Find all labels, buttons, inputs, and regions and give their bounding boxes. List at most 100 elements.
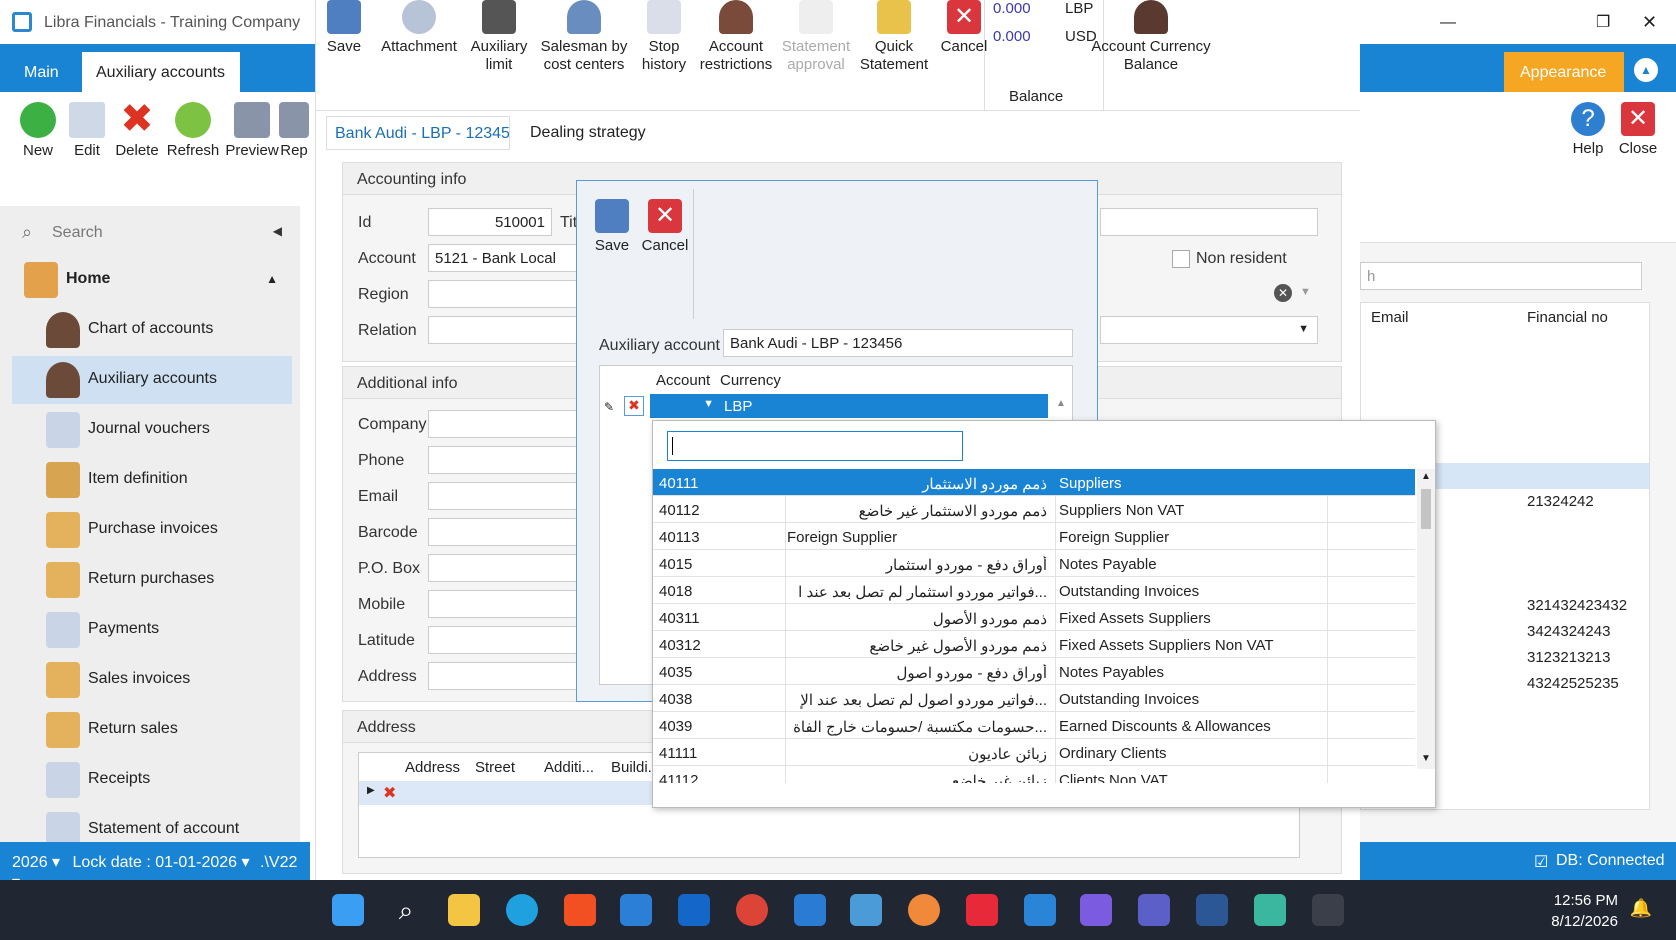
delete-row-icon[interactable]: ✖ [624, 396, 644, 416]
account-restrictions-button[interactable]: Account restrictions [694, 0, 778, 74]
dropdown-scrollbar[interactable]: ▲ ▼ [1417, 469, 1435, 769]
mobile-field[interactable] [428, 590, 578, 618]
year-select[interactable]: 2026 [12, 854, 48, 871]
report-button[interactable]: Rep [276, 102, 312, 159]
tab-dealing-strategy[interactable]: Dealing strategy [522, 116, 662, 150]
relation-field[interactable] [428, 316, 578, 344]
latitude-field[interactable] [428, 626, 578, 654]
list-item[interactable]: 40112 ذمم موردو الاستثمار غير خاضع Supplie… [653, 496, 1415, 523]
close-button[interactable]: ✕ Close [1610, 102, 1666, 158]
id-field[interactable]: 510001 [428, 208, 552, 236]
scroll-thumb[interactable] [1421, 489, 1431, 529]
list-item[interactable]: 4038 ...فواتير موردو اصول لم تصل بعد عند … [653, 685, 1415, 712]
chrome-icon[interactable] [736, 894, 768, 926]
nav-return-purchases[interactable]: Return purchases [12, 556, 292, 604]
save-button[interactable]: Save [316, 0, 372, 56]
non-resident-checkbox[interactable] [1172, 250, 1190, 268]
clock[interactable]: 12:56 PM 8/12/2026 [1551, 890, 1618, 932]
app-icon[interactable] [794, 894, 826, 926]
relation-select[interactable]: ▼ [1100, 316, 1318, 344]
email-field[interactable] [428, 482, 578, 510]
chevron-down-icon[interactable]: ▼ [703, 398, 714, 410]
app-icon[interactable] [1080, 894, 1112, 926]
nav-journal-vouchers[interactable]: Journal vouchers [12, 406, 292, 454]
notification-bell-icon[interactable]: 🔔 [1630, 898, 1652, 919]
nav-item-definition[interactable]: Item definition [12, 456, 292, 504]
nav-receipts[interactable]: Receipts [12, 756, 292, 804]
nav-statement-of-account[interactable]: Statement of account [12, 806, 292, 842]
clear-icon[interactable]: ✕ [1274, 284, 1292, 302]
currency-cell[interactable]: LBP [718, 394, 1048, 418]
appearance-button[interactable]: Appearance [1504, 52, 1624, 92]
help-button[interactable]: ? Help [1560, 102, 1616, 158]
nav-auxiliary-accounts[interactable]: Auxiliary accounts [12, 356, 292, 404]
teams-icon[interactable] [1138, 894, 1170, 926]
preview-button[interactable]: Preview [222, 102, 282, 159]
nav-return-sales[interactable]: Return sales [12, 706, 292, 754]
notepad-icon[interactable] [1254, 894, 1286, 926]
outlook-new-icon[interactable] [678, 894, 710, 926]
claude-icon[interactable] [908, 894, 940, 926]
nav-chart-of-accounts[interactable]: Chart of accounts [12, 306, 292, 354]
tab-auxiliary-accounts[interactable]: Auxiliary accounts [82, 52, 240, 92]
auxiliary-account-field[interactable]: Bank Audi - LBP - 123456 [723, 329, 1073, 357]
account-field[interactable]: 5121 - Bank Local [428, 244, 578, 272]
scroll-down-icon[interactable]: ▼ [1421, 753, 1431, 764]
barcode-field[interactable] [428, 518, 578, 546]
region-field[interactable] [428, 280, 578, 308]
list-item[interactable]: 4015 أوراق دفع - موردو استثمار Notes Payab… [653, 550, 1415, 577]
delete-button[interactable]: ✖ Delete [107, 99, 167, 159]
quick-statement-button[interactable]: Quick Statement [856, 0, 932, 74]
list-item[interactable]: 40312 ذمم موردو الأصول غير خاضع Fixed Asse… [653, 631, 1415, 658]
refresh-button[interactable]: Refresh [163, 102, 223, 159]
list-item[interactable]: 4039 ...حسومات مكتسبة /حسومات خارج الفاة E… [653, 712, 1415, 739]
dialog-save-button[interactable]: Save [587, 199, 637, 255]
word-icon[interactable] [1196, 894, 1228, 926]
region-dropdown-icon[interactable]: ▼ [1300, 286, 1311, 298]
list-item[interactable]: 40111 ذمم موردو الاستثمار Suppliers [653, 469, 1415, 496]
nav-payments[interactable]: Payments [12, 606, 292, 654]
nav-purchase-invoices[interactable]: Purchase invoices [12, 506, 292, 554]
version[interactable]: .\V22 [260, 854, 297, 871]
title-field[interactable] [1100, 208, 1318, 236]
company-field[interactable] [428, 410, 578, 438]
file-explorer-icon[interactable] [448, 894, 480, 926]
list-item[interactable]: 4018 ...فواتير موردو استثمار لم تصل بعد ع… [653, 577, 1415, 604]
phone-field[interactable] [428, 446, 578, 474]
account-currency-balance-button[interactable]: Account Currency Balance [1086, 0, 1216, 74]
delete-row-icon[interactable]: ✖ [383, 783, 396, 803]
collapse-ribbon-icon[interactable]: ▲ [1634, 58, 1658, 82]
list-search-input[interactable]: h [1360, 262, 1642, 290]
restore-icon[interactable]: ❐ [1596, 12, 1610, 32]
address-field[interactable] [428, 662, 578, 690]
windows-start-icon[interactable] [332, 894, 364, 926]
auxiliary-limit-button[interactable]: Auxiliary limit [464, 0, 534, 74]
list-item[interactable]: 4035 أوراق دفع - موردو اصول Notes Payables [653, 658, 1415, 685]
scroll-up-icon[interactable]: ▲ [1421, 471, 1431, 482]
dialog-cancel-button[interactable]: ✕ Cancel [637, 199, 693, 255]
stop-history-button[interactable]: Stop history [634, 0, 694, 74]
search-icon[interactable]: ⌕ [390, 894, 422, 926]
tab-main[interactable]: Main [10, 52, 73, 92]
collapse-icon[interactable]: ◀ [273, 224, 282, 238]
nav-sales-invoices[interactable]: Sales invoices [12, 656, 292, 704]
dropdown-search-input[interactable] [667, 431, 963, 461]
edge-icon[interactable] [506, 894, 538, 926]
statement-approval-button[interactable]: Statement approval [778, 0, 854, 74]
vscode-icon[interactable] [1024, 894, 1056, 926]
close-window-icon[interactable]: ✕ [1642, 12, 1657, 33]
libra-app-icon[interactable] [1312, 894, 1344, 926]
list-item[interactable]: 40311 ذمم موردو الأصول Fixed Assets Suppli… [653, 604, 1415, 631]
list-item[interactable]: 41112 زبائن غير خاضع Clients Non VAT [653, 766, 1415, 783]
nav-home[interactable]: Home ▲ [12, 256, 292, 304]
attachment-button[interactable]: Attachment [374, 0, 464, 56]
outlook-icon[interactable] [620, 894, 652, 926]
account-cell[interactable]: ▼ [650, 394, 718, 418]
po-box-field[interactable] [428, 554, 578, 582]
lock-date[interactable]: Lock date : 01-01-2026 [73, 854, 238, 871]
list-item[interactable]: 40113 Foreign Supplier Foreign Supplier [653, 523, 1415, 550]
anydesk-icon[interactable] [966, 894, 998, 926]
salesman-button[interactable]: Salesman by cost centers [534, 0, 634, 74]
tab-record[interactable]: Bank Audi - LBP - 12345 [326, 116, 510, 150]
list-item[interactable]: 41111 زبائن عاديون Ordinary Clients [653, 739, 1415, 766]
